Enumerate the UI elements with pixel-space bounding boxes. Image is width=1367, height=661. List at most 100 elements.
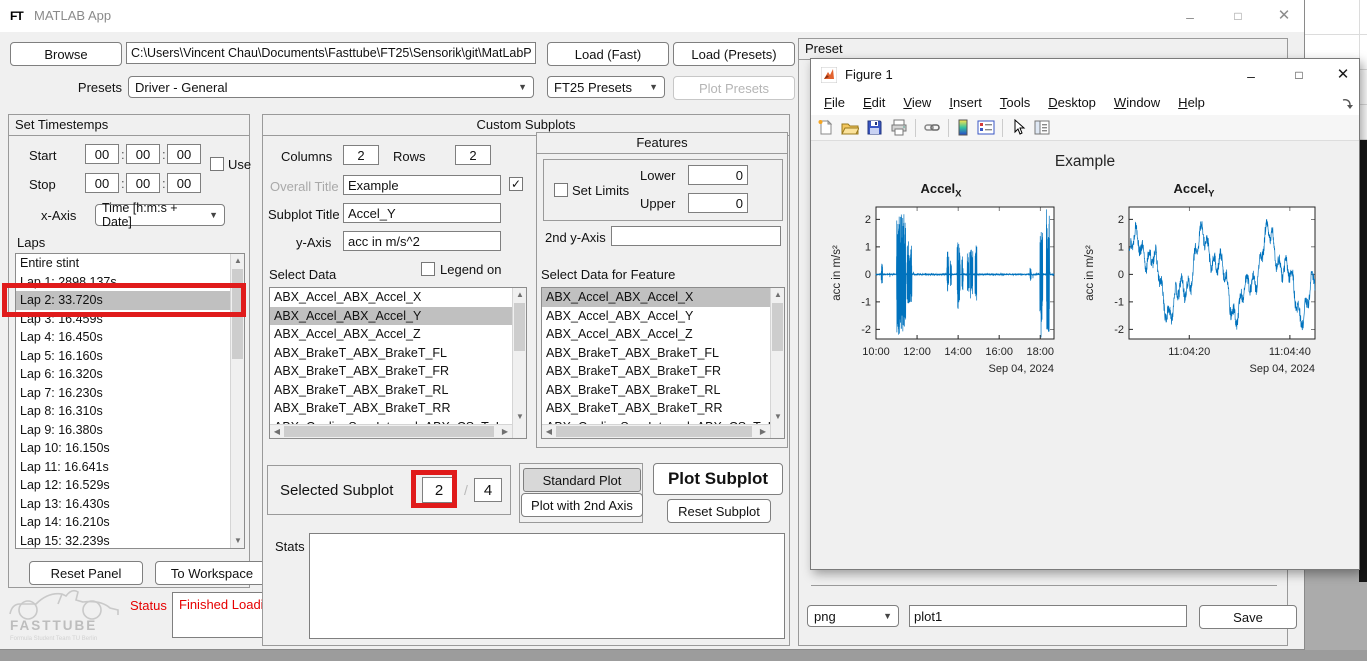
legend-on-checkbox[interactable] (421, 262, 435, 276)
list-item[interactable]: ABX_Accel_ABX_Accel_Z (270, 325, 512, 344)
list-item[interactable]: Lap 8: 16.310s (16, 402, 230, 421)
menu-tools[interactable]: Tools (991, 91, 1039, 114)
save-button[interactable]: Save (1199, 605, 1297, 629)
link-plot-icon[interactable] (923, 119, 941, 136)
path-field[interactable]: C:\Users\Vincent Chau\Documents\Fasttube… (126, 42, 536, 64)
plot-presets-button[interactable]: Plot Presets (673, 76, 795, 100)
list-item[interactable]: ABX_Accel_ABX_Accel_X (270, 288, 512, 307)
list-item[interactable]: ABX_BrakeT_ABX_BrakeT_FR (270, 362, 512, 381)
laps-list[interactable]: Entire stintLap 1: 2898.137sLap 2: 33.72… (15, 253, 245, 549)
subplot-title-field[interactable]: Accel_Y (343, 203, 501, 223)
scroll-right-icon[interactable]: ▶ (756, 425, 770, 439)
vertical-scrollbar[interactable]: ▲ ▼ (770, 288, 784, 438)
menu-help[interactable]: Help (1169, 91, 1214, 114)
menu-insert[interactable]: Insert (940, 91, 991, 114)
scroll-down-icon[interactable]: ▼ (513, 410, 527, 424)
scroll-left-icon[interactable]: ◀ (270, 425, 284, 439)
standard-plot-button[interactable]: Standard Plot (523, 468, 641, 492)
list-item[interactable]: ABX_BrakeT_ABX_BrakeT_RL (270, 381, 512, 400)
insert-colorbar-icon[interactable] (956, 119, 970, 136)
load-fast-button[interactable]: Load (Fast) (547, 42, 669, 66)
app-maximize-button[interactable]: □ (1226, 7, 1250, 25)
horizontal-scrollbar[interactable]: ◀ ▶ (270, 424, 512, 438)
list-item[interactable]: Lap 12: 16.529s (16, 476, 230, 495)
xaxis-dropdown[interactable]: Time [h:m:s + Date] ▼ (95, 204, 225, 226)
list-item[interactable]: Lap 5: 16.160s (16, 347, 230, 366)
list-item[interactable]: Lap 4: 16.450s (16, 328, 230, 347)
list-item[interactable]: Entire stint (16, 254, 230, 273)
selected-subplot-field[interactable]: 2 (422, 477, 456, 503)
edit-plot-cursor-icon[interactable] (1010, 119, 1026, 136)
list-item[interactable]: ABX_BrakeT_ABX_BrakeT_FL (270, 344, 512, 363)
stop-minute-field[interactable]: 00 (126, 173, 160, 193)
select-data-list[interactable]: ABX_Accel_ABX_Accel_XABX_Accel_ABX_Accel… (269, 287, 527, 439)
figure-title-bar[interactable]: Figure 1 – □ ✕ (811, 59, 1359, 91)
overall-title-field[interactable]: Example (343, 175, 501, 195)
list-item[interactable]: Lap 1: 2898.137s (16, 273, 230, 292)
list-item[interactable]: ABX_BrakeT_ABX_BrakeT_RR (270, 399, 512, 418)
list-item[interactable]: Lap 15: 32.239s (16, 532, 230, 549)
list-item[interactable]: Lap 2: 33.720s (16, 291, 230, 310)
list-item[interactable]: Lap 7: 16.230s (16, 384, 230, 403)
browse-button[interactable]: Browse (10, 42, 122, 66)
list-item[interactable]: Lap 14: 16.210s (16, 513, 230, 532)
start-second-field[interactable]: 00 (167, 144, 201, 164)
plot-subplot-button[interactable]: Plot Subplot (653, 463, 783, 495)
list-item[interactable]: ABX_Accel_ABX_Accel_X (542, 288, 770, 307)
open-file-icon[interactable] (841, 119, 859, 136)
plot-with-2nd-axis-button[interactable]: Plot with 2nd Axis (521, 493, 643, 517)
reset-subplot-button[interactable]: Reset Subplot (667, 499, 771, 523)
list-item[interactable]: ABX_Accel_ABX_Accel_Y (270, 307, 512, 326)
overall-title-checkbox[interactable]: ✓ (509, 177, 523, 191)
reset-panel-button[interactable]: Reset Panel (29, 561, 143, 585)
start-minute-field[interactable]: 00 (126, 144, 160, 164)
stats-textarea[interactable] (309, 533, 785, 639)
start-hour-field[interactable]: 00 (85, 144, 119, 164)
list-item[interactable]: Lap 11: 16.641s (16, 458, 230, 477)
scroll-right-icon[interactable]: ▶ (498, 425, 512, 439)
to-workspace-button[interactable]: To Workspace (155, 561, 269, 585)
ft25-presets-dropdown[interactable]: FT25 Presets ▼ (547, 76, 665, 98)
list-item[interactable]: ABX_BrakeT_ABX_BrakeT_RL (542, 381, 770, 400)
app-minimize-button[interactable]: – (1178, 8, 1202, 26)
scroll-down-icon[interactable]: ▼ (231, 534, 245, 548)
columns-field[interactable]: 2 (343, 145, 379, 165)
menu-file[interactable]: File (815, 91, 854, 114)
presets-dropdown[interactable]: Driver - General ▼ (128, 76, 534, 98)
horizontal-scrollbar[interactable]: ◀ ▶ (542, 424, 770, 438)
filename-field[interactable]: plot1 (909, 605, 1187, 627)
rows-field[interactable]: 2 (455, 145, 491, 165)
lower-field[interactable]: 0 (688, 165, 748, 185)
figure-minimize-button[interactable]: – (1239, 67, 1263, 85)
upper-field[interactable]: 0 (688, 193, 748, 213)
scroll-up-icon[interactable]: ▲ (771, 288, 785, 302)
dock-figure-icon[interactable] (1341, 97, 1353, 109)
menu-window[interactable]: Window (1105, 91, 1169, 114)
list-item[interactable]: ABX_BrakeT_ABX_BrakeT_RR (542, 399, 770, 418)
list-item[interactable]: Lap 3: 16.459s (16, 310, 230, 329)
menu-desktop[interactable]: Desktop (1039, 91, 1105, 114)
figure-close-button[interactable]: ✕ (1331, 66, 1355, 84)
save-figure-icon[interactable] (866, 119, 883, 136)
new-file-icon[interactable] (817, 119, 834, 136)
list-item[interactable]: Lap 9: 16.380s (16, 421, 230, 440)
stop-second-field[interactable]: 00 (167, 173, 201, 193)
vertical-scrollbar[interactable]: ▲ ▼ (512, 288, 526, 438)
list-item[interactable]: ABX_BrakeT_ABX_BrakeT_FL (542, 344, 770, 363)
scroll-up-icon[interactable]: ▲ (513, 288, 527, 302)
set-limits-checkbox[interactable] (554, 183, 568, 197)
print-figure-icon[interactable] (890, 119, 908, 136)
app-close-button[interactable]: ✕ (1272, 7, 1296, 25)
use-checkbox[interactable] (210, 157, 224, 171)
list-item[interactable]: Lap 10: 16.150s (16, 439, 230, 458)
menu-edit[interactable]: Edit (854, 91, 894, 114)
figure-maximize-button[interactable]: □ (1287, 66, 1311, 84)
image-format-dropdown[interactable]: png ▼ (807, 605, 899, 627)
property-inspector-icon[interactable] (1033, 119, 1051, 136)
scroll-down-icon[interactable]: ▼ (771, 410, 785, 424)
yaxis-field[interactable]: acc in m/s^2 (343, 231, 501, 251)
list-item[interactable]: ABX_BrakeT_ABX_BrakeT_FR (542, 362, 770, 381)
list-item[interactable]: ABX_Accel_ABX_Accel_Y (542, 307, 770, 326)
scroll-left-icon[interactable]: ◀ (542, 425, 556, 439)
load-presets-button[interactable]: Load (Presets) (673, 42, 795, 66)
